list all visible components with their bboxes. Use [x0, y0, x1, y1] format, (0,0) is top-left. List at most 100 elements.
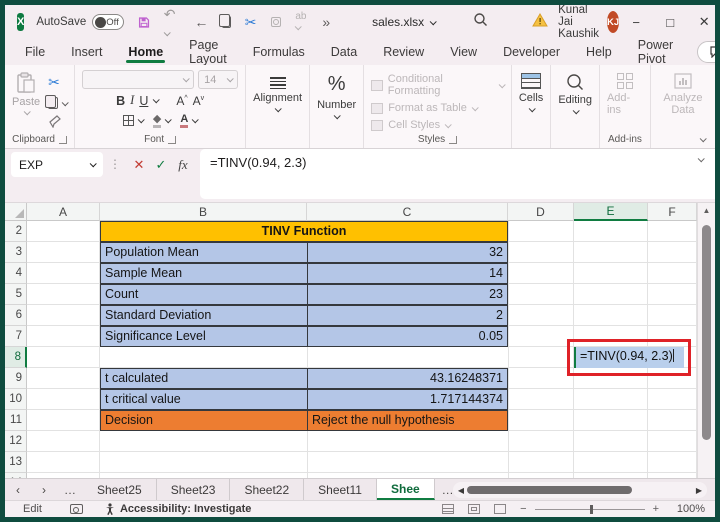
vertical-scrollbar[interactable]: ▲	[697, 203, 715, 478]
paste-button[interactable]: Paste	[12, 70, 40, 128]
back-icon[interactable]: ←	[194, 14, 208, 30]
comments-button[interactable]: Comments	[697, 41, 715, 63]
styles-dialog-launcher[interactable]	[449, 136, 457, 144]
qat-more-icon[interactable]: »	[322, 14, 330, 30]
tab-help[interactable]: Help	[584, 41, 614, 63]
tab-file[interactable]: File	[23, 41, 47, 63]
page-layout-view-icon[interactable]	[468, 504, 480, 514]
cell-value[interactable]: 0.05	[307, 326, 508, 347]
underline-button[interactable]: U	[139, 94, 148, 108]
cell-title[interactable]: TINV Function	[100, 221, 508, 242]
number-button[interactable]: % Number	[317, 70, 356, 119]
format-painter-icon[interactable]	[48, 115, 62, 128]
horizontal-scrollbar[interactable]: ◀ ▶	[453, 482, 707, 498]
zoom-in-button[interactable]: +	[653, 503, 659, 515]
conditional-formatting-button[interactable]: Conditional Formatting	[371, 73, 504, 97]
row-header-12[interactable]: 12	[5, 431, 27, 452]
column-header-c[interactable]: C	[307, 203, 508, 221]
active-cell-e8[interactable]: =TINV(0.94, 2.3)	[574, 347, 684, 368]
column-header-b[interactable]: B	[100, 203, 307, 221]
autosave-toggle[interactable]: Off	[92, 14, 124, 30]
row-header-13[interactable]: 13	[5, 452, 27, 473]
page-break-view-icon[interactable]	[494, 504, 506, 514]
analyze-data-button[interactable]: Analyze Data	[658, 70, 708, 116]
cell-value[interactable]: 32	[307, 242, 508, 263]
sheet-tab-sheet11[interactable]: Sheet11	[304, 479, 377, 500]
undo-icon[interactable]: ↶	[164, 6, 181, 39]
warning-icon[interactable]	[532, 13, 548, 32]
cell-label[interactable]: Sample Mean	[100, 263, 308, 284]
select-all-corner[interactable]	[5, 203, 27, 221]
formula-input[interactable]: =TINV(0.94, 2.3)	[200, 149, 715, 199]
ribbon-copy-icon[interactable]	[48, 97, 58, 109]
bold-button[interactable]: B	[116, 94, 125, 108]
tab-home[interactable]: Home	[126, 41, 165, 63]
cell-value[interactable]: 2	[307, 305, 508, 326]
tab-data[interactable]: Data	[329, 41, 359, 63]
horizontal-scrollbar-thumb[interactable]	[467, 486, 632, 494]
row-header-6[interactable]: 6	[5, 305, 27, 326]
format-as-table-button[interactable]: Format as Table	[371, 102, 504, 114]
row-header-10[interactable]: 10	[5, 389, 27, 410]
sheet-tab-active[interactable]: Shee	[377, 479, 435, 500]
zoom-out-button[interactable]: −	[520, 503, 526, 515]
sheet-tab-sheet25[interactable]: Sheet25	[83, 479, 157, 500]
tab-view[interactable]: View	[448, 41, 479, 63]
document-title[interactable]: sales.xlsx	[372, 15, 435, 29]
zoom-slider-knob[interactable]	[590, 505, 593, 514]
cell-label[interactable]: t critical value	[100, 389, 308, 410]
translate-icon[interactable]: ab	[295, 11, 308, 33]
ribbon-cut-icon[interactable]: ✂	[48, 74, 67, 91]
fill-color-icon[interactable]: ◆	[153, 112, 161, 128]
cell-decision-value[interactable]: Reject the null hypothesis	[307, 410, 508, 431]
zoom-slider[interactable]	[535, 509, 645, 510]
sheet-list-ellipsis-icon[interactable]: …	[57, 479, 83, 500]
tab-review[interactable]: Review	[381, 41, 426, 63]
insert-function-button[interactable]: fx	[172, 154, 194, 176]
sheet-tab-sheet22[interactable]: Sheet22	[230, 479, 304, 500]
italic-button[interactable]: I	[130, 93, 134, 108]
column-header-a[interactable]: A	[27, 203, 100, 221]
sheet-tab-sheet23[interactable]: Sheet23	[157, 479, 231, 500]
paste-picture-icon[interactable]	[271, 17, 282, 27]
scroll-right-icon[interactable]: ▶	[691, 486, 707, 495]
cell-value[interactable]: 1.717144374	[307, 389, 508, 410]
row-header-5[interactable]: 5	[5, 284, 27, 305]
sheet-nav-left-icon[interactable]: ‹	[5, 479, 31, 500]
shrink-font-button[interactable]: Av	[193, 94, 205, 108]
tab-formulas[interactable]: Formulas	[251, 41, 307, 63]
sheet-nav-right-icon[interactable]: ›	[31, 479, 57, 500]
cell-label[interactable]: Standard Deviation	[100, 305, 308, 326]
cell-styles-button[interactable]: Cell Styles	[371, 119, 504, 131]
borders-icon[interactable]	[123, 115, 134, 126]
accessibility-status[interactable]: Accessibility: Investigate	[105, 503, 251, 515]
close-button[interactable]: ✕	[687, 5, 715, 39]
column-header-f[interactable]: F	[648, 203, 697, 221]
column-header-d[interactable]: D	[508, 203, 574, 221]
row-header-7[interactable]: 7	[5, 326, 27, 347]
font-size-select[interactable]: 14	[198, 70, 238, 89]
normal-view-icon[interactable]	[442, 504, 454, 514]
cell-label[interactable]: Population Mean	[100, 242, 308, 263]
cell-label[interactable]: t calculated	[100, 368, 308, 389]
cell-value[interactable]: 14	[307, 263, 508, 284]
alignment-button[interactable]: Alignment	[253, 70, 302, 112]
spreadsheet-grid[interactable]: A B C D E F 2 3 4 5 6 7 8 9 10 11 12 13 …	[5, 203, 715, 478]
cell-label[interactable]: Count	[100, 284, 308, 305]
row-header-2[interactable]: 2	[5, 221, 27, 242]
cell-label[interactable]: Significance Level	[100, 326, 308, 347]
user-avatar[interactable]: KJ	[607, 11, 619, 33]
addins-button[interactable]: Add-ins	[607, 70, 643, 116]
font-dialog-launcher[interactable]	[168, 136, 176, 144]
cells-button[interactable]: Cells	[519, 70, 543, 112]
grow-font-button[interactable]: A^	[176, 94, 187, 108]
cell-value[interactable]: 43.16248371	[307, 368, 508, 389]
zoom-level[interactable]: 100%	[673, 503, 705, 515]
search-icon[interactable]	[473, 12, 488, 32]
macro-record-icon[interactable]	[70, 504, 83, 514]
column-header-e[interactable]: E	[574, 203, 648, 221]
save-icon[interactable]	[138, 15, 150, 30]
clipboard-dialog-launcher[interactable]	[59, 136, 67, 144]
row-header-4[interactable]: 4	[5, 263, 27, 284]
cell-value[interactable]: 23	[307, 284, 508, 305]
